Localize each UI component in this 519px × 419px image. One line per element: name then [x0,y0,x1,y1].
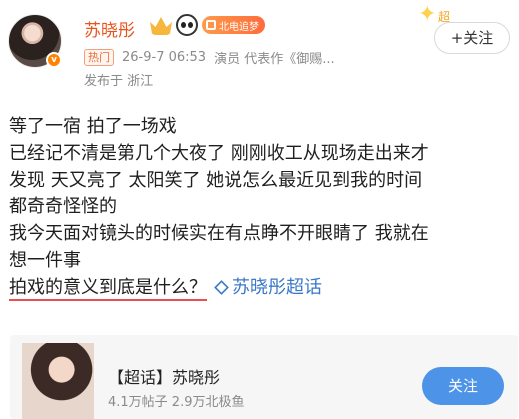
content-line: 发现 天又亮了 太阳笑了 她说怎么最近见到我的时间 [9,169,423,191]
user-role: 演员 代表作《御赐... [214,52,335,67]
fan-badge[interactable]: 北电追梦 [202,16,265,34]
supertopic-title: 【超话】苏晓彤 [108,368,221,387]
user-badges: 北电追梦 [150,14,265,36]
hot-tag: 热门 [84,49,114,66]
post-timestamp: 26-9-7 06:53 [122,50,207,65]
supertopic-thumbnail [22,343,94,419]
content-line: 等了一宿 拍了一场戏 [9,116,177,137]
content-last-line: 拍戏的意义到底是什么？ 苏晓彤超话 [9,275,515,302]
fan-badge-label: 北电追梦 [219,21,259,33]
crown-icon [150,17,172,35]
supertopic-card[interactable]: 【超话】苏晓彤 4.1万帖子 2.9万北极鱼 关注 [10,335,518,419]
topic-link-label: 苏晓彤超话 [232,276,322,298]
badge-icon [206,20,216,30]
topic-link[interactable]: 苏晓彤超话 [214,276,322,298]
content-line: 已经记不清是第几个大夜了 刚刚收工从现场走出来才 [9,142,429,164]
content-line: 我今天面对镜头的时候实在有点睁不开眼睛了 我就在 [9,223,429,245]
panda-icon [176,14,198,36]
supertopic-follow-button[interactable]: 关注 [422,367,504,405]
post-content: 等了一宿 拍了一场戏 已经记不清是第几个大夜了 刚刚收工从现场走出来才 发现 天… [9,114,515,302]
content-line: 想一件事 [9,249,81,271]
post-meta: 热门 26-9-7 06:53 演员 代表作《御赐... [84,48,335,67]
supertopic-stats: 4.1万帖子 2.9万北极鱼 [108,395,245,410]
verified-icon: v [46,52,62,68]
highlighted-question: 拍戏的意义到底是什么？ [9,276,207,301]
follow-button[interactable]: +关注 [434,22,510,54]
post-location: 发布于 浙江 [84,74,154,89]
content-line: 都奇奇怪怪的 [9,196,117,218]
user-name[interactable]: 苏晓彤 [84,16,135,41]
supertopic-icon [214,279,229,295]
